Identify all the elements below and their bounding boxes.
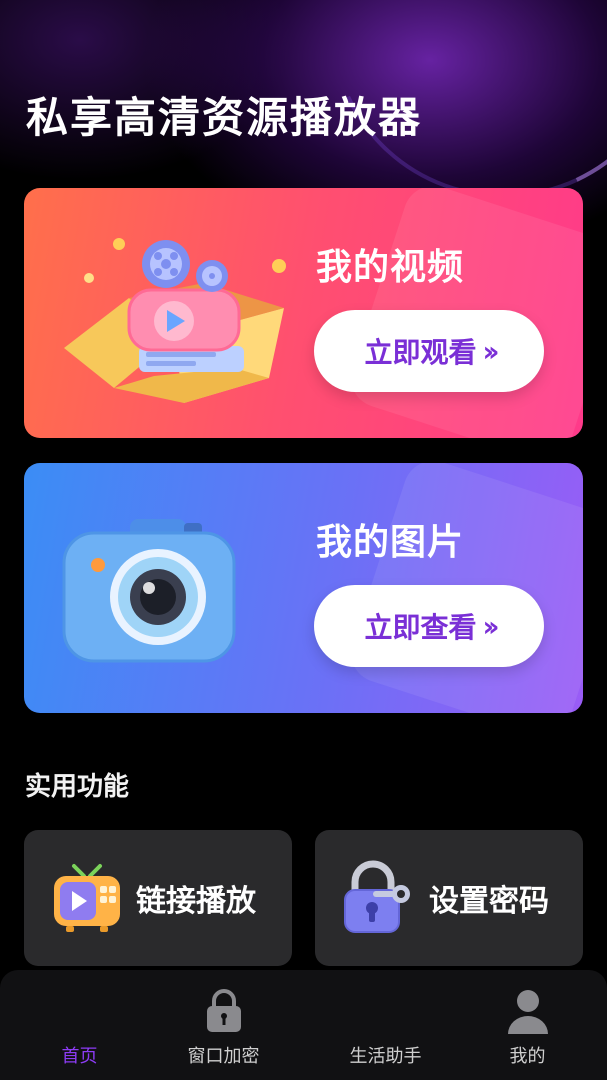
watch-now-button[interactable]: 立即观看 ››	[314, 310, 544, 392]
set-password-tile[interactable]: 设置密码	[315, 830, 583, 966]
chevron-right-icon: ››	[482, 609, 499, 643]
person-icon	[507, 990, 548, 1034]
button-label: 立即查看	[364, 611, 477, 644]
tab-me[interactable]: 我的	[452, 970, 603, 1080]
lock-icon	[206, 989, 241, 1032]
tile-label: 链接播放	[136, 884, 256, 919]
card-title: 我的视频	[316, 247, 465, 288]
button-label: 立即观看	[364, 336, 477, 369]
tab-label: 窗口加密	[187, 1046, 260, 1067]
card-title: 我的图片	[316, 522, 465, 563]
tab-life-assistant[interactable]: 生活助手	[310, 970, 461, 1080]
my-videos-card[interactable]: 我的视频 立即观看 ››	[24, 188, 583, 438]
view-now-button[interactable]: 立即查看 ››	[314, 585, 544, 667]
tab-window-encryption[interactable]: 窗口加密	[148, 970, 299, 1080]
padlock-key-icon	[344, 860, 410, 933]
camera-icon	[62, 519, 236, 663]
link-play-tile[interactable]: 链接播放	[24, 830, 292, 966]
tab-label: 我的	[509, 1046, 546, 1067]
section-title: 实用功能	[25, 772, 130, 802]
tab-label: 生活助手	[349, 1046, 422, 1067]
tile-label: 设置密码	[429, 884, 549, 919]
film-projector-icon	[64, 238, 286, 403]
page-title: 私享高清资源播放器	[26, 93, 423, 142]
tab-home[interactable]: 首页	[4, 970, 155, 1080]
my-photos-card[interactable]: 我的图片 立即查看 ››	[24, 463, 583, 713]
bottom-tab-bar: 首页 窗口加密 生活助手 我的	[0, 970, 607, 1080]
chevron-right-icon: ››	[482, 334, 499, 368]
tab-label: 首页	[61, 1046, 98, 1067]
tv-play-icon	[54, 864, 120, 932]
